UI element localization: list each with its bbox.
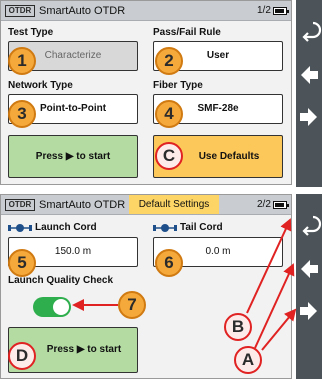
right-arrow-icon[interactable] bbox=[296, 97, 322, 137]
callout-2: 2 bbox=[155, 47, 183, 75]
app-title: SmartAuto OTDR bbox=[39, 199, 126, 211]
callout-5: 5 bbox=[8, 249, 36, 277]
tail-cord-icon bbox=[153, 224, 177, 232]
pass-fail-label: Pass/Fail Rule bbox=[153, 27, 221, 38]
start-button[interactable]: Press ▶ to start bbox=[8, 135, 138, 178]
launch-cord-icon bbox=[8, 224, 32, 232]
left-arrow-icon[interactable] bbox=[296, 55, 322, 95]
page-indicator: 1/2 bbox=[257, 5, 271, 16]
side-nav-2 bbox=[296, 194, 322, 379]
battery-icon bbox=[273, 201, 289, 209]
test-type-label: Test Type bbox=[8, 27, 54, 38]
callout-b: B bbox=[224, 313, 252, 341]
title-bar: OTDR SmartAuto OTDR Default Settings 2/2 bbox=[1, 195, 291, 215]
page-indicator: 2/2 bbox=[257, 199, 271, 210]
screen-page-1: OTDR SmartAuto OTDR 1/2 Test Type Charac… bbox=[0, 0, 292, 185]
back-arrow-icon[interactable] bbox=[296, 12, 322, 52]
callout-6: 6 bbox=[155, 249, 183, 277]
callout-4: 4 bbox=[155, 100, 183, 128]
tail-cord-label: Tail Cord bbox=[180, 222, 223, 233]
right-arrow-icon[interactable] bbox=[296, 291, 322, 331]
otdr-badge: OTDR bbox=[5, 5, 35, 17]
callout-c: C bbox=[155, 142, 183, 170]
app-title: SmartAuto OTDR bbox=[39, 5, 126, 17]
network-type-label: Network Type bbox=[8, 80, 73, 91]
callout-d: D bbox=[8, 342, 36, 370]
fiber-type-label: Fiber Type bbox=[153, 80, 203, 91]
otdr-badge: OTDR bbox=[5, 199, 35, 211]
back-arrow-icon[interactable] bbox=[296, 206, 322, 246]
launch-cord-label: Launch Cord bbox=[35, 222, 97, 233]
mode-title: Default Settings bbox=[129, 195, 219, 214]
left-arrow-icon[interactable] bbox=[296, 249, 322, 289]
title-bar: OTDR SmartAuto OTDR 1/2 bbox=[1, 1, 291, 21]
launch-quality-check-toggle[interactable] bbox=[33, 297, 71, 317]
battery-icon bbox=[273, 7, 289, 15]
callout-a: A bbox=[234, 346, 262, 374]
callout-7: 7 bbox=[118, 291, 146, 319]
toggle-knob bbox=[53, 299, 69, 315]
callout-1: 1 bbox=[8, 47, 36, 75]
callout-3: 3 bbox=[8, 100, 36, 128]
side-nav-1 bbox=[296, 0, 322, 187]
